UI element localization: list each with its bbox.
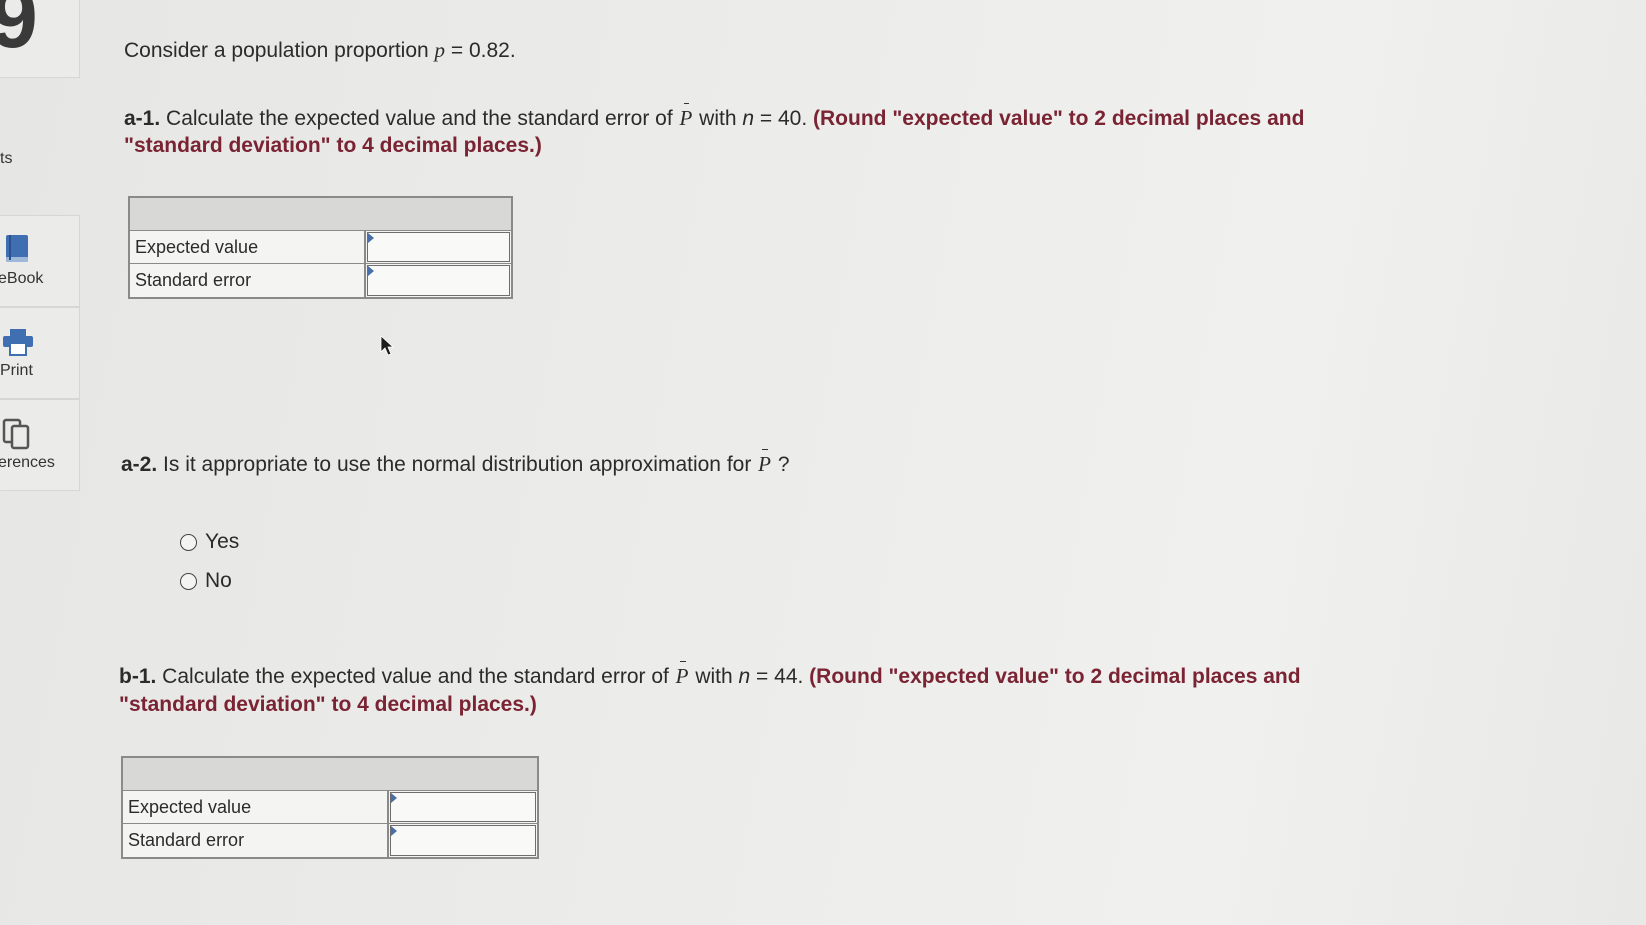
intro-variable: p (434, 38, 446, 62)
standard-error-label: Standard error (123, 824, 389, 857)
radio-yes[interactable]: Yes (180, 530, 239, 554)
a1-label: a-1. (124, 107, 161, 130)
a1-instruction: (Round "expected value" to 2 decimal pla… (813, 107, 1305, 130)
radio-no[interactable]: No (180, 569, 232, 593)
printer-icon (3, 329, 33, 356)
sidebar-item-label: Print (0, 362, 33, 379)
radio-circle[interactable] (180, 533, 197, 551)
table-row: Expected value (130, 231, 511, 264)
p-bar-symbol: P (758, 449, 771, 476)
question-number-tile: 9 (0, 0, 80, 78)
table-header (130, 198, 511, 231)
b1-instruction-line2: "standard deviation" to 4 decimal places… (119, 693, 537, 716)
a1-instruction-line2: "standard deviation" to 4 decimal places… (124, 134, 542, 157)
table-header (123, 758, 537, 791)
b1-answer-table: Expected value Standard error (121, 756, 539, 859)
a1-text-with: with (693, 107, 743, 130)
sidebar-item-label: eBook (0, 270, 44, 287)
b1-label: b-1. (119, 665, 157, 688)
intro-value: = 0.82. (445, 39, 516, 62)
radio-label: No (205, 569, 232, 592)
intro-statement: Consider a population proportion p = 0.8… (124, 38, 516, 63)
n-variable: n (742, 107, 755, 130)
n-variable: n (738, 665, 751, 688)
left-sidebar: 9 ts eBook Print erences (0, 0, 80, 925)
radio-label: Yes (205, 530, 240, 553)
a1-expected-value-input[interactable] (367, 232, 510, 262)
b1-question: b-1. Calculate the expected value and th… (119, 661, 1301, 689)
a2-end: ? (772, 453, 790, 476)
standard-error-label: Standard error (130, 264, 366, 297)
table-row: Standard error (130, 264, 511, 297)
intro-text: Consider a population proportion (124, 39, 435, 62)
sidebar-item-ebook[interactable]: eBook (0, 215, 80, 307)
sidebar-partial-label: ts (0, 150, 13, 167)
page: 9 ts eBook Print erences Consider a popu… (0, 0, 1646, 925)
a1-question: a-1. Calculate the expected value and th… (124, 103, 1305, 131)
a1-standard-error-input[interactable] (367, 265, 510, 296)
sidebar-item-references[interactable]: erences (0, 399, 80, 491)
p-bar-symbol: P (675, 661, 689, 688)
sidebar-item-label: erences (0, 454, 55, 471)
b1-standard-error-input[interactable] (390, 825, 536, 856)
copy-icon (2, 418, 30, 450)
a1-n-value: = 40. (754, 107, 814, 130)
a1-answer-table: Expected value Standard error (128, 196, 513, 299)
a1-text: Calculate the expected value and the sta… (160, 107, 679, 130)
expected-value-label: Expected value (130, 231, 366, 263)
sidebar-item-print[interactable]: Print (0, 307, 80, 399)
mouse-cursor-icon (380, 335, 395, 356)
b1-instruction: (Round "expected value" to 2 decimal pla… (809, 665, 1301, 688)
expected-value-label: Expected value (123, 791, 389, 823)
a2-label: a-2. (121, 453, 158, 476)
a2-text: Is it appropriate to use the normal dist… (157, 453, 758, 476)
b1-text: Calculate the expected value and the sta… (156, 665, 675, 688)
table-row: Standard error (123, 824, 537, 857)
table-row: Expected value (123, 791, 537, 824)
question-number: 9 (0, 0, 38, 66)
b1-text-with: with (689, 665, 739, 688)
a2-question: a-2. Is it appropriate to use the normal… (121, 449, 790, 477)
book-icon (6, 235, 28, 262)
radio-circle[interactable] (180, 572, 197, 590)
p-bar-symbol: P (679, 103, 693, 130)
b1-n-value: = 44. (750, 665, 810, 688)
b1-expected-value-input[interactable] (390, 792, 536, 822)
